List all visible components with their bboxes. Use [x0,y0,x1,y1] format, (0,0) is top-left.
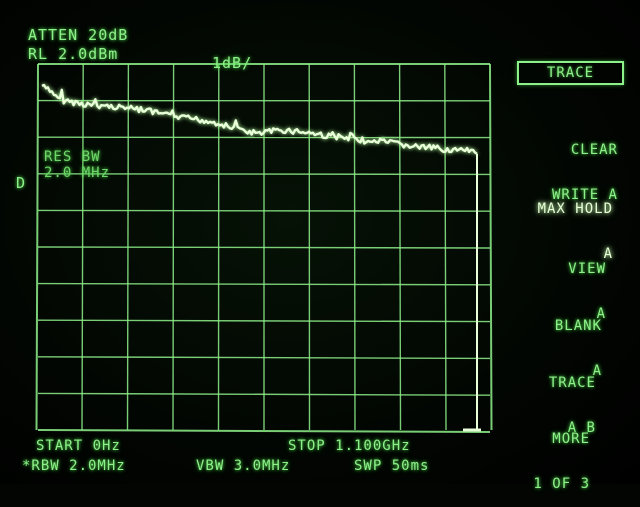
softkey-line1: TRACE [549,376,596,391]
spectrum-trace [42,85,477,154]
grid-vertical-line [400,64,401,430]
start-frequency: START 0Hz [36,438,121,454]
detector-indicator: D [16,175,26,191]
rbw-overlay-value: 2.0 MHz [44,165,110,181]
softkey-line1: CLEAR [552,143,618,158]
grid-horizontal-line [38,320,490,321]
softkey-line1: MORE [533,432,590,447]
ref-level-readout: RL 2.0dBm [28,46,118,62]
stop-frequency: STOP 1.100GHz [288,438,411,454]
atten-readout: ATTEN 20dB [28,27,128,43]
grid-horizontal-line [38,210,490,211]
grid-horizontal-line [38,393,490,395]
grid-horizontal-line [38,247,490,248]
rbw-overlay-label: RES BW [44,149,101,165]
grid-vertical-line [37,64,39,430]
softkey-line2: 1 OF 3 [533,477,590,492]
grid-vertical-line [445,64,446,430]
grid-horizontal-line [38,284,490,285]
vbw-readout: VBW 3.0MHz [196,458,290,474]
softkey-more-1-of-3[interactable]: MORE 1 OF 3 [533,402,590,507]
softkey-line1: VIEW [568,262,606,277]
grid-vertical-line [354,64,355,430]
grid-horizontal-line [38,430,490,432]
grid-horizontal-line [38,357,490,359]
rbw-readout: *RBW 2.0MHz [22,458,126,474]
softkey-menu-title: TRACE [517,61,624,85]
softkey-line1: MAX HOLD [538,202,613,217]
grid-vertical-line [490,64,492,430]
scale-readout: 1dB/ [212,55,252,71]
grid-lines [37,64,492,432]
sweep-time-readout: SWP 50ms [354,458,429,474]
softkey-line1: BLANK [555,319,602,334]
